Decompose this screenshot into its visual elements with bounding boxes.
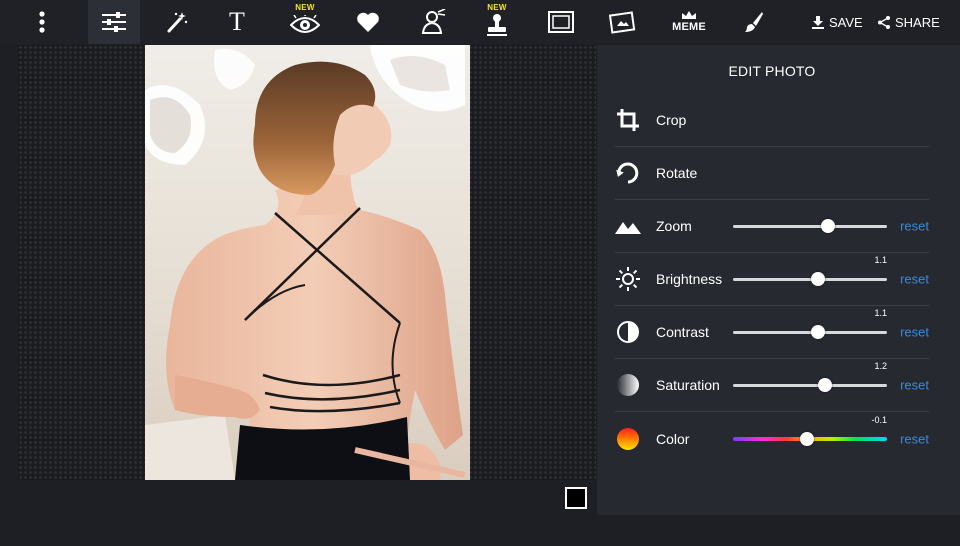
sliders-icon (102, 12, 126, 32)
mountains-icon (615, 213, 641, 239)
brush-icon (745, 12, 763, 32)
meme-tool-button[interactable]: MEME (664, 0, 714, 44)
rotate-icon (615, 160, 641, 186)
color-value: -0.1 (871, 414, 887, 425)
canvas-footer (18, 480, 596, 516)
panel-title: EDIT PHOTO (728, 63, 816, 79)
slider-track (733, 225, 887, 228)
brightness-slider[interactable]: 1.1 (733, 255, 887, 289)
heart-icon (357, 12, 379, 33)
brush-tool-button[interactable] (728, 0, 778, 44)
photo-canvas[interactable] (145, 45, 470, 480)
rotate-label: Rotate (656, 165, 698, 181)
brightness-value: 1.1 (874, 255, 887, 265)
saturation-reset-link[interactable]: reset (900, 378, 929, 393)
text-tool-button[interactable]: T (212, 0, 262, 44)
brightness-label: Brightness (656, 271, 723, 287)
text-icon: T (229, 7, 245, 36)
saturation-row: Saturation 1.2 reset (615, 359, 929, 412)
zoom-row: Zoom reset (615, 200, 929, 253)
effects-tool-button[interactable] (152, 0, 202, 44)
contrast-value: 1.1 (874, 308, 887, 318)
eye-icon (290, 15, 320, 33)
new-badge: NEW (487, 3, 507, 12)
slider-thumb[interactable] (821, 219, 836, 233)
download-icon (812, 15, 824, 29)
stamp-icon (487, 14, 507, 36)
frame-icon (548, 11, 574, 33)
photo-insert-tool-button[interactable] (598, 0, 648, 44)
saturation-label: Saturation (656, 377, 720, 393)
background-color-button[interactable] (565, 487, 587, 509)
crop-label: Crop (656, 112, 687, 128)
crown-icon (682, 11, 696, 19)
color-row: Color -0.1 reset (615, 412, 929, 465)
crop-option[interactable]: Crop (615, 94, 929, 147)
adjust-tool-button[interactable] (88, 0, 140, 44)
brightness-row: Brightness 1.1 reset (615, 253, 929, 306)
crop-icon (615, 107, 641, 133)
share-label: SHARE (895, 14, 940, 30)
contrast-slider[interactable]: 1.1 (733, 308, 887, 342)
share-icon (878, 15, 890, 29)
photo-icon (609, 11, 636, 34)
contrast-label: Contrast (656, 324, 709, 340)
brightness-reset-link[interactable]: reset (900, 272, 929, 287)
person-cutout-icon (421, 9, 446, 34)
slider-thumb[interactable] (818, 378, 833, 392)
cutout-tool-button[interactable] (408, 0, 458, 44)
zoom-slider[interactable] (733, 216, 887, 236)
saturation-value: 1.2 (874, 361, 887, 371)
share-button[interactable]: SHARE (878, 0, 940, 44)
color-label: Color (656, 430, 690, 447)
slider-thumb[interactable] (799, 431, 814, 446)
vertical-dots-icon (39, 11, 45, 33)
edit-photo-panel: EDIT PHOTO Crop Rotate Zoom reset Bright… (597, 45, 960, 515)
contrast-row: Contrast 1.1 reset (615, 306, 929, 359)
overlays-tool-button[interactable]: NEW (280, 0, 330, 44)
stickers-tool-button[interactable] (343, 0, 393, 44)
photo-editor-app: T NEW NEW MEME SAVE SHARE EDIT PHOTO Cro… (0, 0, 960, 546)
new-badge: NEW (295, 3, 315, 12)
slider-thumb[interactable] (810, 325, 825, 339)
woman-photo-image (145, 45, 470, 480)
contrast-icon (615, 319, 641, 345)
color-slider[interactable]: -0.1 (733, 415, 887, 449)
color-icon (615, 426, 641, 452)
rotate-option[interactable]: Rotate (615, 147, 929, 200)
sun-icon (615, 266, 641, 292)
saturation-icon (615, 372, 641, 398)
save-label: SAVE (829, 14, 863, 30)
zoom-reset-link[interactable]: reset (900, 219, 929, 234)
magic-wand-icon (167, 12, 188, 33)
stamp-tool-button[interactable]: NEW (472, 0, 522, 44)
slider-track (733, 384, 887, 387)
saturation-slider[interactable]: 1.2 (733, 361, 887, 395)
zoom-label: Zoom (656, 218, 692, 234)
save-button[interactable]: SAVE (812, 0, 863, 44)
color-reset-link[interactable]: reset (900, 431, 929, 446)
top-toolbar: T NEW NEW MEME SAVE SHARE (0, 0, 960, 44)
more-menu-button[interactable] (18, 0, 66, 44)
contrast-reset-link[interactable]: reset (900, 325, 929, 340)
slider-thumb[interactable] (810, 272, 825, 286)
meme-label: MEME (672, 21, 706, 33)
frames-tool-button[interactable] (536, 0, 586, 44)
